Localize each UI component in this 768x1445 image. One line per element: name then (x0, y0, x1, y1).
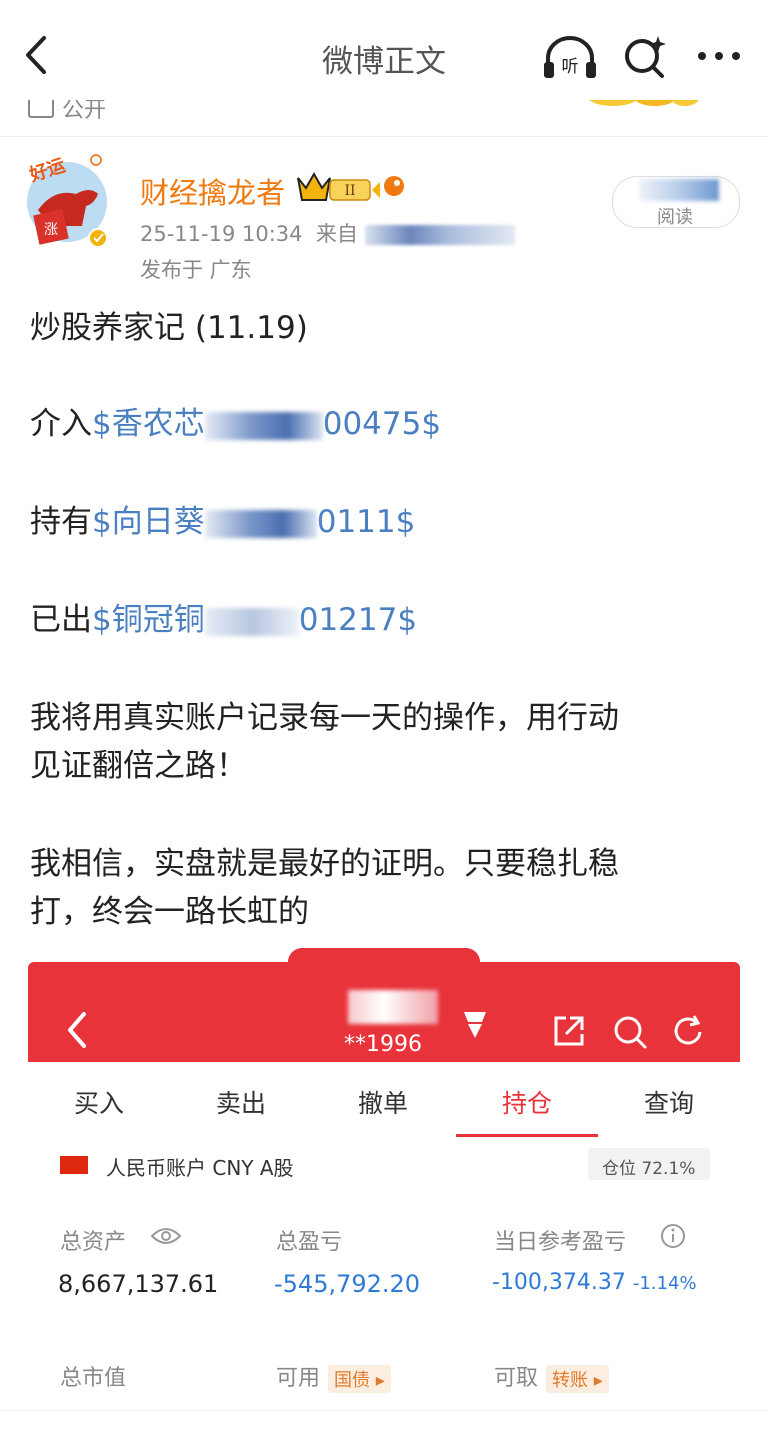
post-source-prefix: 来自 (315, 222, 358, 246)
withdrawable-row: 可取 转账 ▸ (494, 1360, 609, 1393)
stock-tag-link[interactable]: $铜冠铜 01217$ (92, 602, 417, 638)
bottom-action-bar (0, 1410, 768, 1445)
top-nav-bar: 微博正文 听 (0, 0, 768, 100)
withdrawable-label: 可取 (494, 1366, 539, 1391)
market-value-label: 总市值 (60, 1366, 127, 1391)
visibility-checkbox-icon (28, 100, 54, 118)
total-assets-label: 总资产 (60, 1230, 127, 1255)
post-line-hold: 持有$向日葵 0111$ (30, 500, 415, 544)
available-row: 可用 国债 ▸ (276, 1360, 391, 1393)
post-timestamp: 25-11-19 10:34 (140, 222, 303, 246)
stock-tag-name: $香农芯 (92, 406, 205, 442)
tab-sell[interactable]: 卖出 (170, 1084, 312, 1120)
stock-tag-link[interactable]: $香农芯 00475$ (92, 406, 441, 442)
author-avatar[interactable]: 涨 好运 (24, 150, 110, 248)
account-suffix: **1996 (344, 1032, 422, 1057)
transfer-tag-label: 转账 (552, 1370, 589, 1391)
post-paragraph-2b: 打，终会一路长虹的 (30, 894, 309, 930)
eye-icon[interactable] (150, 1226, 182, 1246)
stock-tag-code: 01217$ (298, 602, 418, 638)
post-meta: 25-11-19 10:34 来自 (140, 218, 515, 248)
tab-buy[interactable]: 买入 (28, 1084, 170, 1120)
more-dots-icon (698, 52, 740, 60)
stock-tag-code: 00475$ (322, 406, 442, 442)
info-icon[interactable] (660, 1223, 686, 1249)
day-pnl-label: 当日参考盈亏 (494, 1230, 627, 1255)
post-location: 发布于 广东 (140, 258, 252, 282)
redacted-broker-name (348, 990, 438, 1024)
redacted-read-count (639, 179, 719, 201)
chevron-left-icon (68, 1012, 86, 1048)
vip-crown-badge: II (296, 170, 416, 210)
bond-tag-button[interactable]: 国债 ▸ (328, 1365, 391, 1393)
tab-positions[interactable]: 持仓 (456, 1084, 598, 1120)
stock-tag-name: $铜冠铜 (92, 602, 205, 638)
embedded-broker-screenshot[interactable]: **1996 买入 卖出 撤单 持仓 查询 人民币账户 CNY A股 仓位 72… (28, 948, 740, 1444)
stock-tag-link[interactable]: $向日葵 0111$ (92, 504, 415, 540)
read-label: 阅读 (657, 207, 693, 228)
redacted-stock-code (204, 411, 323, 440)
broker-logo-icon (464, 1012, 486, 1038)
post-paragraph-1a: 我将用真实账户记录每一天的操作，用行动 (30, 700, 619, 736)
transfer-tag-button[interactable]: 转账 ▸ (546, 1365, 609, 1393)
more-button[interactable] (694, 36, 744, 76)
position-ratio: 仓位 72.1% (602, 1159, 696, 1179)
listen-button[interactable]: 听 (540, 34, 600, 82)
visibility-label: 公开 (62, 100, 107, 123)
total-assets-value: 8,667,137.61 (58, 1270, 219, 1298)
account-type-label: 人民币账户 CNY A股 (106, 1156, 294, 1180)
day-pnl-row: -100,374.37 -1.14% (492, 1270, 697, 1295)
emoji-sticker-icon (589, 100, 699, 106)
day-pnl-percent: -1.14% (632, 1273, 697, 1294)
line-prefix: 持有 (30, 504, 92, 540)
stock-tag-code: 0111$ (316, 504, 416, 540)
available-label: 可用 (276, 1366, 321, 1391)
author-name[interactable]: 财经擒龙者 (140, 170, 285, 212)
redacted-stock-code (204, 509, 317, 538)
listen-label: 听 (562, 57, 579, 77)
search-sparkle-icon (625, 36, 666, 78)
badge-level: II (344, 183, 355, 199)
stock-tag-name: $向日葵 (92, 504, 205, 540)
headphones-icon: 听 (544, 36, 596, 78)
visibility-bar: 公开 (0, 100, 768, 137)
post-line-enter: 介入$香农芯 00475$ (30, 402, 441, 446)
avatar-badge-bottom: 涨 (44, 222, 58, 238)
trade-tabs: 买入 卖出 撤单 持仓 查询 (28, 1062, 740, 1138)
post-paragraph-2a: 我相信，实盘就是最好的证明。只要稳扎稳 (30, 846, 619, 882)
broker-header: **1996 (28, 962, 740, 1062)
position-ratio-badge: 仓位 72.1% (588, 1148, 710, 1180)
avatar-bull-icon: 涨 好运 (26, 154, 108, 248)
china-flag-icon (60, 1156, 88, 1174)
day-pnl-value: -100,374.37 (492, 1270, 626, 1295)
active-tab-underline (456, 1134, 598, 1137)
tab-cancel[interactable]: 撤单 (312, 1084, 454, 1120)
post-line-exit: 已出$铜冠铜 01217$ (30, 598, 417, 642)
post-paragraph-1b: 见证翻倍之路！ (30, 748, 247, 784)
refresh-icon (674, 1015, 702, 1045)
crown-icon: II (297, 171, 404, 201)
tab-query[interactable]: 查询 (598, 1084, 740, 1120)
bond-tag-label: 国债 (334, 1370, 371, 1391)
search-icon (614, 1016, 647, 1049)
share-icon (554, 1016, 584, 1046)
redacted-source (364, 225, 515, 245)
line-prefix: 已出 (30, 602, 92, 638)
redacted-stock-code (204, 607, 299, 636)
search-button[interactable] (620, 32, 670, 82)
total-pnl-value: -545,792.20 (274, 1270, 421, 1298)
read-count-button[interactable]: 阅读 (612, 176, 740, 228)
total-pnl-label: 总盈亏 (276, 1230, 343, 1255)
line-prefix: 介入 (30, 406, 92, 442)
post-title-line: 炒股养家记 (11.19) (30, 310, 308, 346)
